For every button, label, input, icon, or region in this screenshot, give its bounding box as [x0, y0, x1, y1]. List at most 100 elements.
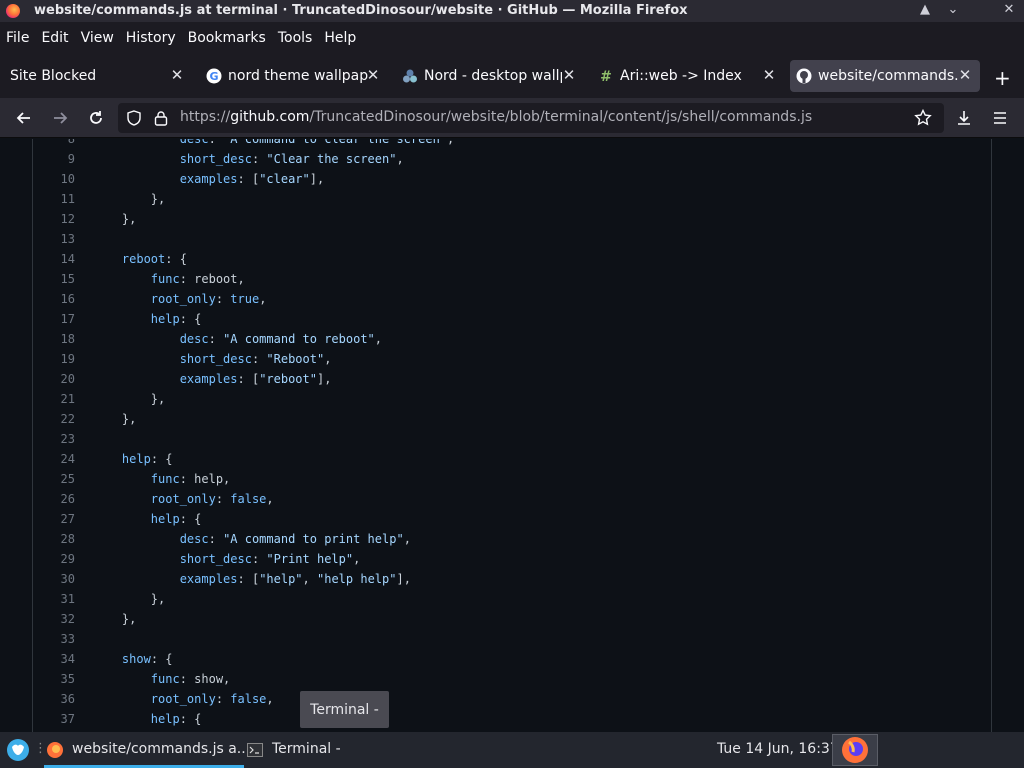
code-text: func: show, — [93, 669, 230, 689]
tab-close-icon[interactable]: ✕ — [560, 66, 578, 84]
window-minimize-button[interactable]: ⌄ — [944, 2, 962, 17]
line-number[interactable]: 32 — [33, 609, 75, 629]
back-arrow-icon[interactable] — [12, 106, 36, 130]
line-number[interactable]: 26 — [33, 489, 75, 509]
code-line: 33 — [33, 629, 991, 649]
code-token: : [ — [237, 372, 260, 386]
menu-edit[interactable]: Edit — [41, 30, 68, 46]
code-token: , — [403, 532, 411, 546]
code-line: 30 examples: ["help", "help help"], — [33, 569, 991, 589]
code-token: : — [251, 552, 267, 566]
tab-website-commands-js[interactable]: website/commands.js ✕ — [790, 60, 980, 92]
menu-view[interactable]: View — [81, 30, 114, 46]
line-number[interactable]: 29 — [33, 549, 75, 569]
tracking-protection-shield-icon[interactable] — [126, 110, 142, 130]
line-number[interactable]: 36 — [33, 689, 75, 709]
line-number[interactable]: 27 — [33, 509, 75, 529]
new-tab-plus-icon[interactable]: + — [994, 66, 1011, 90]
line-number[interactable]: 14 — [33, 249, 75, 269]
code-token: , — [447, 139, 455, 146]
taskbar: ⋮ website/commands.js a... Terminal - Tu… — [0, 732, 1024, 768]
line-number[interactable]: 35 — [33, 669, 75, 689]
code-text: short_desc: "Print help", — [93, 549, 361, 569]
line-number[interactable]: 13 — [33, 229, 75, 249]
line-number[interactable]: 11 — [33, 189, 75, 209]
line-number[interactable]: 20 — [33, 369, 75, 389]
window-keep-above-button[interactable]: ▲ — [916, 2, 934, 17]
line-number[interactable]: 25 — [33, 469, 75, 489]
line-number[interactable]: 9 — [33, 149, 75, 169]
line-number[interactable]: 15 — [33, 269, 75, 289]
line-number[interactable]: 8 — [33, 139, 75, 149]
code-text: }, — [93, 209, 136, 229]
line-number[interactable]: 24 — [33, 449, 75, 469]
code-line: 18 desc: "A command to reboot", — [33, 329, 991, 349]
reload-icon[interactable] — [84, 106, 108, 130]
url-bar[interactable]: https://github.com/TruncatedDinosour/web… — [118, 103, 944, 133]
code-token: func — [150, 272, 180, 286]
line-number[interactable]: 28 — [33, 529, 75, 549]
code-line: 17 help: { — [33, 309, 991, 329]
line-number[interactable]: 18 — [33, 329, 75, 349]
taskbar-terminal-task[interactable]: Terminal - — [272, 741, 341, 757]
code-line: 24 help: { — [33, 449, 991, 469]
tab-close-icon[interactable]: ✕ — [364, 66, 382, 84]
window-title: website/commands.js at terminal · Trunca… — [34, 3, 688, 18]
code-token: : — [208, 139, 224, 146]
downloads-icon[interactable] — [952, 106, 976, 130]
line-number[interactable]: 23 — [33, 429, 75, 449]
code-line: 28 desc: "A command to print help", — [33, 529, 991, 549]
line-number[interactable]: 33 — [33, 629, 75, 649]
app-launcher-icon[interactable] — [6, 738, 30, 766]
tab-nord-theme-wallpaper[interactable]: G nord theme wallpaper ✕ — [198, 60, 388, 92]
window-titlebar: website/commands.js at terminal · Trunca… — [0, 0, 1024, 22]
hamburger-menu-icon[interactable] — [988, 106, 1012, 130]
code-token: desc — [179, 532, 209, 546]
bookmark-star-icon[interactable] — [914, 108, 932, 131]
tab-close-icon[interactable]: ✕ — [956, 66, 974, 84]
line-number[interactable]: 22 — [33, 409, 75, 429]
code-token: }, — [93, 592, 166, 606]
line-number[interactable]: 34 — [33, 649, 75, 669]
line-number[interactable]: 21 — [33, 389, 75, 409]
code-text: show: { — [93, 649, 173, 669]
line-number[interactable]: 17 — [33, 309, 75, 329]
code-token: help — [150, 512, 180, 526]
menu-file[interactable]: File — [6, 30, 29, 46]
tab-label: Site Blocked — [10, 68, 97, 84]
code-line: 27 help: { — [33, 509, 991, 529]
tray-firefox-icon[interactable] — [832, 734, 878, 766]
lock-icon[interactable] — [154, 110, 168, 130]
menu-tools[interactable]: Tools — [278, 30, 313, 46]
line-number[interactable]: 31 — [33, 589, 75, 609]
svg-text:#: # — [600, 69, 612, 84]
tab-close-icon[interactable]: ✕ — [760, 66, 778, 84]
line-number[interactable]: 19 — [33, 349, 75, 369]
navigation-toolbar: https://github.com/TruncatedDinosour/web… — [0, 98, 1024, 138]
taskbar-firefox-task[interactable]: website/commands.js a... — [72, 741, 250, 757]
code-token: : help, — [179, 472, 231, 486]
code-line: 19 short_desc: "Reboot", — [33, 349, 991, 369]
menu-bookmarks[interactable]: Bookmarks — [188, 30, 266, 46]
menu-help[interactable]: Help — [324, 30, 356, 46]
line-number[interactable]: 37 — [33, 709, 75, 729]
tab-site-blocked[interactable]: Site Blocked ✕ — [4, 60, 192, 92]
code-text: }, — [93, 189, 165, 209]
code-text: }, — [93, 409, 136, 429]
forward-arrow-icon[interactable] — [48, 106, 72, 130]
line-number[interactable]: 30 — [33, 569, 75, 589]
line-number[interactable]: 16 — [33, 289, 75, 309]
tab-nord-desktop-wallpaper[interactable]: Nord - desktop wallpaper ✕ — [394, 60, 584, 92]
taskbar-clock[interactable]: Tue 14 Jun, 16:37 — [717, 741, 839, 757]
window-close-button[interactable]: ✕ — [1000, 2, 1018, 17]
line-number[interactable]: 12 — [33, 209, 75, 229]
code-text: }, — [93, 609, 136, 629]
tab-close-icon[interactable]: ✕ — [168, 66, 186, 84]
code-token: : — [251, 352, 267, 366]
menu-history[interactable]: History — [126, 30, 176, 46]
line-number[interactable]: 10 — [33, 169, 75, 189]
tab-ari-web-index[interactable]: # Ari::web -> Index ✕ — [590, 60, 784, 92]
